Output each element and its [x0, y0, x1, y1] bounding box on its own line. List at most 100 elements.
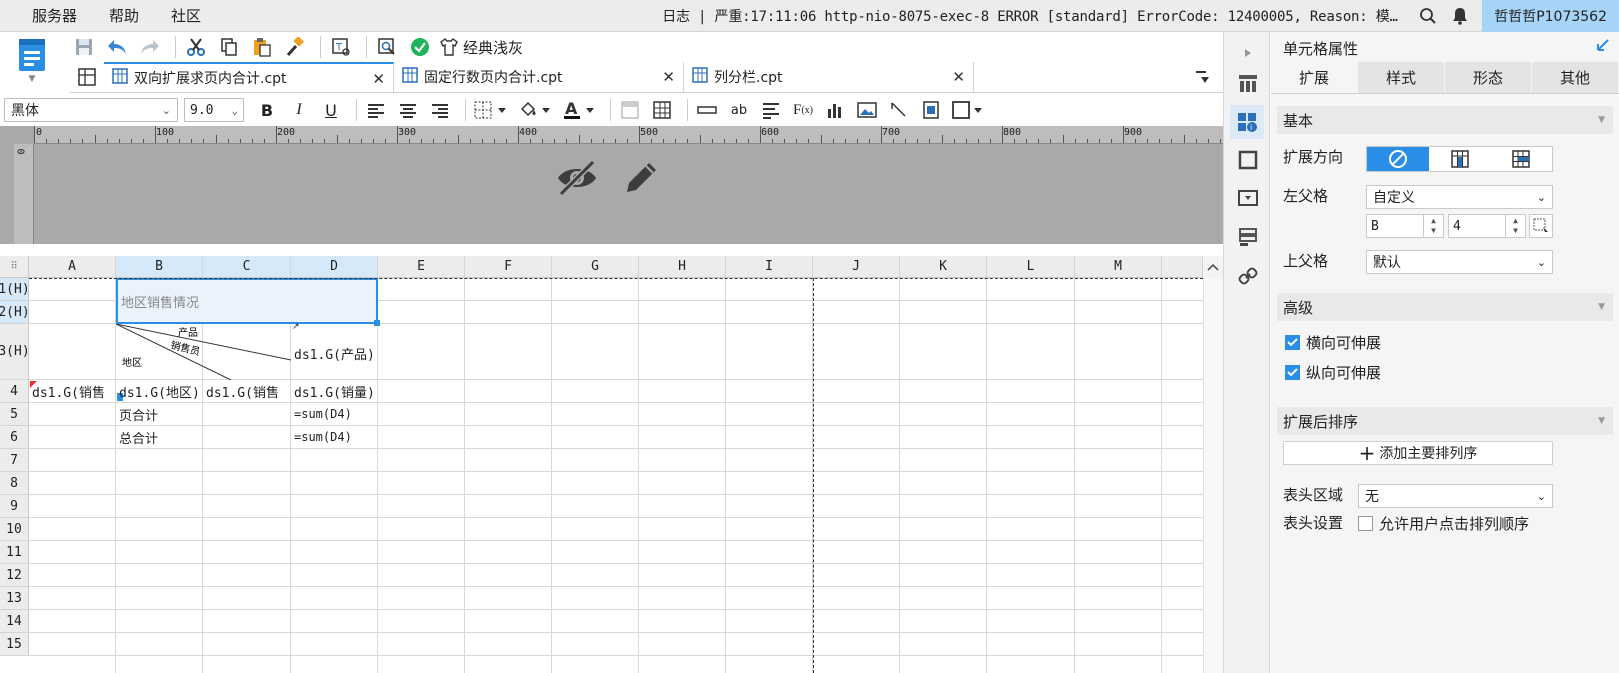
align-right-icon[interactable]	[427, 98, 453, 122]
menu-server[interactable]: 服务器	[0, 0, 93, 32]
cell-properties-icon[interactable]: i	[1230, 105, 1264, 139]
user-account[interactable]: 哲哲哲P1073562	[1482, 0, 1619, 32]
align-left-icon[interactable]	[363, 98, 389, 122]
column-header-j[interactable]: J	[813, 256, 900, 278]
checkbox-unchecked-icon[interactable]	[1358, 516, 1373, 531]
spinner-arrows-icon[interactable]: ▲ ▼	[1505, 215, 1525, 237]
slash-icon[interactable]	[886, 98, 912, 122]
spreadsheet-grid[interactable]: ⠿ ABCDEFGHIJKLM 1(H) 2(H) 3(H) 4 5 6 7 8 9 10 11 12…	[0, 256, 1203, 673]
report-layout-icon[interactable]	[1235, 70, 1261, 96]
column-header-d[interactable]: D	[291, 256, 378, 278]
pencil-icon[interactable]	[621, 158, 661, 198]
cell-d3[interactable]: ds1.G(产品)	[291, 342, 378, 364]
no-expand-option[interactable]	[1367, 147, 1429, 171]
close-icon[interactable]: ✕	[662, 68, 675, 86]
insert-field-icon[interactable]	[694, 98, 720, 122]
column-header-c[interactable]: C	[203, 256, 291, 278]
left-parent-column-spinner[interactable]: B ▲ ▼	[1366, 214, 1444, 238]
column-header-l[interactable]: L	[987, 256, 1075, 278]
select-all-corner[interactable]: ⠿	[0, 256, 29, 278]
fill-color-icon[interactable]	[516, 98, 554, 122]
bold-icon[interactable]: B	[254, 98, 280, 122]
text-frame-icon[interactable]: T	[327, 34, 355, 60]
tab-document-1[interactable]: 双向扩展求页内合计.cpt ✕	[104, 62, 394, 92]
eye-off-icon[interactable]	[555, 158, 599, 198]
row-header-6[interactable]: 6	[0, 426, 29, 449]
add-sort-button[interactable]: + 添加主要排列序	[1283, 441, 1553, 465]
cell-d4[interactable]: ds1.G(销量)	[291, 380, 378, 402]
h-expand-checkbox-row[interactable]: 横向可伸展	[1285, 332, 1381, 353]
row-header-2[interactable]: 2(H)	[0, 301, 30, 324]
row-header-7[interactable]: 7	[0, 449, 29, 472]
sheet-grid-icon[interactable]	[70, 62, 104, 92]
bell-icon[interactable]	[1449, 5, 1471, 27]
collapse-arrow-icon[interactable]	[1235, 40, 1261, 66]
menu-help[interactable]: 帮助	[93, 0, 155, 32]
column-header-a[interactable]: A	[29, 256, 116, 278]
tab-list-icon[interactable]	[1195, 62, 1223, 92]
row-header-3[interactable]: 3(H)	[0, 324, 30, 380]
preview-search-icon[interactable]	[373, 34, 401, 60]
insert-table-icon[interactable]	[649, 98, 675, 122]
cell-border-icon[interactable]	[950, 98, 988, 122]
row-header-13[interactable]: 13	[0, 587, 29, 610]
search-icon[interactable]	[1417, 5, 1439, 27]
font-size-select[interactable]: 9.0 ⌄	[184, 98, 244, 122]
row-header-9[interactable]: 9	[0, 495, 29, 518]
theme-button[interactable]: 经典浅灰	[439, 37, 523, 58]
font-color-icon[interactable]: A	[560, 98, 598, 122]
row-header-15[interactable]: 15	[0, 633, 29, 656]
copy-icon[interactable]	[215, 34, 243, 60]
underline-icon[interactable]: U	[318, 98, 344, 122]
condition-attr-icon[interactable]	[1235, 224, 1261, 250]
column-header-f[interactable]: F	[465, 256, 552, 278]
row-header-8[interactable]: 8	[0, 472, 29, 495]
selection-handle[interactable]	[374, 320, 380, 326]
row-header-14[interactable]: 14	[0, 610, 29, 633]
insert-chart-icon[interactable]	[822, 98, 848, 122]
cell-b5[interactable]: 页合计	[116, 403, 291, 425]
align-center-icon[interactable]	[395, 98, 421, 122]
vertical-expand-option[interactable]	[1429, 147, 1491, 171]
menu-community[interactable]: 社区	[155, 0, 217, 32]
left-parent-row-spinner[interactable]: 4 ▲ ▼	[1448, 214, 1526, 238]
cell-c4[interactable]: ds1.G(销售	[203, 380, 291, 402]
insert-text-icon[interactable]: ab	[726, 98, 752, 122]
row-header-1[interactable]: 1(H)	[0, 278, 30, 301]
v-expand-checkbox-row[interactable]: 纵向可伸展	[1285, 362, 1381, 383]
horizontal-expand-option[interactable]	[1490, 147, 1552, 171]
cell-picker-icon[interactable]	[1529, 214, 1553, 238]
checkbox-checked-icon[interactable]	[1285, 335, 1300, 350]
vertical-scrollbar[interactable]	[1203, 278, 1223, 673]
checkbox-checked-icon[interactable]	[1285, 365, 1300, 380]
freeze-icon[interactable]	[617, 98, 643, 122]
widget-icon[interactable]	[1235, 185, 1261, 211]
row-header-10[interactable]: 10	[0, 518, 29, 541]
cell-a4[interactable]: ds1.G(销售	[29, 380, 116, 402]
save-icon[interactable]	[70, 34, 98, 60]
tab-document-2[interactable]: 固定行数页内合计.cpt ✕	[394, 62, 684, 92]
section-advanced[interactable]: 高级 ▼	[1277, 293, 1613, 321]
chevron-up-icon[interactable]	[1203, 256, 1223, 278]
paste-icon[interactable]	[248, 34, 276, 60]
column-header-b[interactable]: B	[116, 256, 203, 278]
column-header-i[interactable]: I	[726, 256, 813, 278]
column-header-e[interactable]: E	[378, 256, 465, 278]
cell-d5[interactable]: =sum(D4)	[291, 403, 378, 425]
row-header-4[interactable]: 4	[0, 380, 29, 403]
left-parent-select[interactable]: 自定义 ⌄	[1366, 185, 1553, 209]
insert-image-icon[interactable]	[854, 98, 880, 122]
check-circle-icon[interactable]	[406, 34, 434, 60]
cut-icon[interactable]	[182, 34, 210, 60]
header-area-select[interactable]: 无 ⌄	[1358, 484, 1553, 508]
section-sort[interactable]: 扩展后排序 ▼	[1277, 407, 1613, 435]
up-parent-select[interactable]: 默认 ⌄	[1366, 250, 1553, 274]
undo-icon[interactable]	[103, 34, 131, 60]
frame-icon[interactable]	[1235, 147, 1261, 173]
formula-icon[interactable]: F (x)	[790, 98, 816, 122]
section-basic[interactable]: 基本 ▼	[1277, 106, 1613, 134]
close-icon[interactable]: ✕	[372, 70, 385, 88]
log-message[interactable]: 日志 | 严重:17:11:06 http-nio-8075-exec-8 ER…	[662, 6, 1402, 26]
tab-other[interactable]: 其他	[1532, 62, 1619, 93]
tab-document-3[interactable]: 列分栏.cpt ✕	[684, 62, 974, 92]
